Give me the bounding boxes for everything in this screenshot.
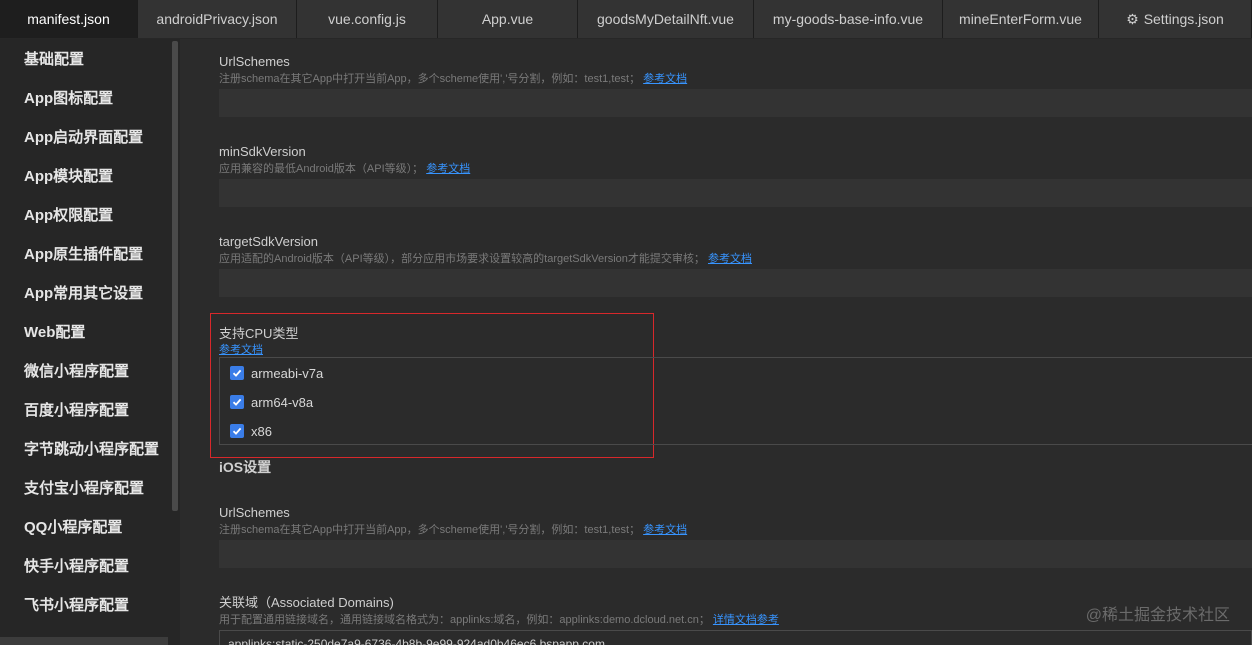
field-label: UrlSchemes <box>219 505 290 520</box>
field-description: 注册schema在其它App中打开当前App，多个scheme使用','号分割，… <box>219 71 1252 87</box>
tab-label: manifest.json <box>27 11 110 27</box>
sidebar-item-label: App模块配置 <box>24 168 114 185</box>
tab-mine-enter-form-vue[interactable]: mineEnterForm.vue <box>943 0 1099 38</box>
sidebar-item-label: 支付宝小程序配置 <box>24 480 145 497</box>
field-label: targetSdkVersion <box>219 234 319 249</box>
field-label: minSdkVersion <box>219 144 306 159</box>
tab-manifest-json[interactable]: manifest.json <box>0 0 138 38</box>
sidebar-item-bytedance-mp[interactable]: 字节跳动小程序配置 <box>0 429 180 468</box>
sidebar-item-label: App常用其它设置 <box>24 285 144 302</box>
tab-label: my-goods-base-info.vue <box>772 11 924 27</box>
doc-link[interactable]: 参考文档 <box>708 253 752 265</box>
sidebar-item-app-splash[interactable]: App启动界面配置 <box>0 117 180 156</box>
associated-domains-input[interactable] <box>219 630 1252 645</box>
sidebar-item-label: App启动界面配置 <box>24 129 144 146</box>
cpu-type-label: 支持CPU类型 <box>219 326 299 341</box>
min-sdk-version-input[interactable] <box>219 179 1252 207</box>
android-url-schemes-input[interactable] <box>219 89 1252 117</box>
doc-link[interactable]: 参考文档 <box>426 163 470 175</box>
tab-my-goods-base-info-vue[interactable]: my-goods-base-info.vue <box>754 0 943 38</box>
field-description: 注册schema在其它App中打开当前App，多个scheme使用','号分割，… <box>219 522 1252 538</box>
tab-label: androidPrivacy.json <box>156 11 278 27</box>
sidebar-item-app-modules[interactable]: App模块配置 <box>0 156 180 195</box>
tab-android-privacy-json[interactable]: androidPrivacy.json <box>138 0 297 38</box>
target-sdk-version-input[interactable] <box>219 269 1252 297</box>
sidebar-item-label: 字节跳动小程序配置 <box>24 441 160 458</box>
field-description-text: 注册schema在其它App中打开当前App，多个scheme使用','号分割，… <box>219 73 641 85</box>
sidebar-item-qq-mp[interactable]: QQ小程序配置 <box>0 507 180 546</box>
min-sdk-version-field: minSdkVersion 应用兼容的最低Android版本（API等级）； 参… <box>219 143 1252 207</box>
tab-goods-my-detail-nft-vue[interactable]: goodsMyDetailNft.vue <box>578 0 754 38</box>
tab-label: goodsMyDetailNft.vue <box>597 11 734 27</box>
tab-label: vue.config.js <box>328 11 406 27</box>
field-label: UrlSchemes <box>219 54 290 69</box>
checkbox-checked-icon[interactable] <box>230 366 244 380</box>
sidebar-item-app-icon[interactable]: App图标配置 <box>0 78 180 117</box>
cpu-option-arm64-v8a[interactable]: arm64-v8a <box>230 392 313 412</box>
checkbox-checked-icon[interactable] <box>230 424 244 438</box>
settings-sidebar: 基础配置 App图标配置 App启动界面配置 App模块配置 App权限配置 A… <box>0 39 180 645</box>
field-description-text: 注册schema在其它App中打开当前App，多个scheme使用','号分割，… <box>219 524 641 536</box>
cpu-doc-link[interactable]: 参考文档 <box>219 341 263 357</box>
cpu-type-list: armeabi-v7a arm64-v8a x86 <box>219 357 1252 445</box>
doc-link[interactable]: 参考文档 <box>643 73 687 85</box>
cpu-option-x86[interactable]: x86 <box>230 421 272 441</box>
ios-url-schemes-input[interactable] <box>219 540 1252 568</box>
doc-link[interactable]: 详情文档参考 <box>713 614 779 626</box>
field-description: 应用适配的Android版本（API等级），部分应用市场要求设置较高的targe… <box>219 251 1252 267</box>
sidebar-item-label: App权限配置 <box>24 207 114 224</box>
sidebar-item-label: 快手小程序配置 <box>24 558 130 575</box>
sidebar-item-baidu-mp[interactable]: 百度小程序配置 <box>0 390 180 429</box>
sidebar-item-label: App原生插件配置 <box>24 246 144 263</box>
sidebar-item-basic[interactable]: 基础配置 <box>0 39 180 78</box>
watermark: @稀土掘金技术社区 <box>1085 607 1230 624</box>
sidebar-item-label: 基础配置 <box>24 51 85 68</box>
ios-section-title: iOS设置 <box>219 459 272 475</box>
target-sdk-version-field: targetSdkVersion 应用适配的Android版本（API等级），部… <box>219 233 1252 297</box>
ios-url-schemes-field: UrlSchemes 注册schema在其它App中打开当前App，多个sche… <box>219 504 1252 568</box>
cpu-option-armeabi-v7a[interactable]: armeabi-v7a <box>230 363 323 383</box>
sidebar-item-label: Web配置 <box>24 324 86 341</box>
sidebar-scrollbar[interactable] <box>172 41 178 511</box>
sidebar-item-label: QQ小程序配置 <box>24 519 123 536</box>
doc-link[interactable]: 参考文档 <box>643 524 687 536</box>
sidebar-item-app-permissions[interactable]: App权限配置 <box>0 195 180 234</box>
tab-label: mineEnterForm.vue <box>959 11 1082 27</box>
android-url-schemes-field: UrlSchemes 注册schema在其它App中打开当前App，多个sche… <box>219 53 1252 117</box>
field-description: 应用兼容的最低Android版本（API等级）； 参考文档 <box>219 161 1252 177</box>
tab-label: App.vue <box>481 11 534 27</box>
sidebar-item-label: 百度小程序配置 <box>24 402 130 419</box>
cpu-option-label: armeabi-v7a <box>251 365 324 381</box>
sidebar-item-web[interactable]: Web配置 <box>0 312 180 351</box>
sidebar-item-label: 微信小程序配置 <box>24 363 130 380</box>
sidebar-item-kuaishou-mp[interactable]: 快手小程序配置 <box>0 546 180 585</box>
tab-settings-json[interactable]: ⚙ Settings.json <box>1099 0 1252 38</box>
tab-label: Settings.json <box>1143 11 1224 27</box>
field-description-text: 用于配置通用链接域名，通用链接域名格式为：applinks:域名，例如：appl… <box>219 614 710 626</box>
field-description-text: 应用兼容的最低Android版本（API等级）； <box>219 163 424 175</box>
cpu-option-label: arm64-v8a <box>251 394 314 410</box>
sidebar-item-alipay-mp[interactable]: 支付宝小程序配置 <box>0 468 180 507</box>
cpu-option-label: x86 <box>251 423 272 439</box>
sidebar-item-label: 飞书小程序配置 <box>24 597 130 614</box>
sidebar-horizontal-scrollbar[interactable] <box>0 637 168 645</box>
editor-tab-bar: manifest.json androidPrivacy.json vue.co… <box>0 0 1252 38</box>
sidebar-item-app-other-settings[interactable]: App常用其它设置 <box>0 273 180 312</box>
sidebar-item-feishu-mp[interactable]: 飞书小程序配置 <box>0 585 180 624</box>
field-description-text: 应用适配的Android版本（API等级），部分应用市场要求设置较高的targe… <box>219 253 705 265</box>
checkbox-checked-icon[interactable] <box>230 395 244 409</box>
settings-content: UrlSchemes 注册schema在其它App中打开当前App，多个sche… <box>180 39 1252 645</box>
tab-vue-config-js[interactable]: vue.config.js <box>297 0 438 38</box>
sidebar-item-label: App图标配置 <box>24 90 114 107</box>
tab-app-vue[interactable]: App.vue <box>438 0 578 38</box>
gear-icon: ⚙ <box>1126 10 1139 27</box>
sidebar-item-wechat-mp[interactable]: 微信小程序配置 <box>0 351 180 390</box>
sidebar-item-app-native-plugins[interactable]: App原生插件配置 <box>0 234 180 273</box>
